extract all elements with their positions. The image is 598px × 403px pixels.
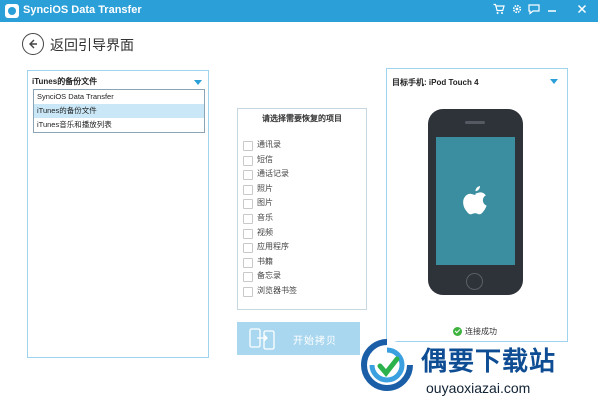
cart-icon[interactable]	[492, 3, 506, 19]
transfer-phones-icon	[249, 328, 275, 350]
apple-logo-icon	[463, 186, 487, 215]
watermark-logo-icon	[361, 339, 413, 391]
watermark-url: ouyaoxiazai.com	[426, 380, 531, 396]
target-device-panel: 目标手机: iPod Touch 4 连接成功	[386, 68, 568, 342]
checkbox[interactable]	[243, 199, 253, 210]
source-option-itunes-music[interactable]: iTunes音乐和播放列表	[34, 118, 204, 132]
app-title: SynciOS Data Transfer	[23, 4, 142, 16]
source-panel: iTunes的备份文件 SynciOS Data Transfer iTunes…	[27, 70, 209, 358]
source-dropdown: SynciOS Data Transfer iTunes的备份文件 iTunes…	[33, 89, 205, 133]
minimize-icon[interactable]	[545, 3, 559, 19]
restore-items-panel: 请选择需要恢复的项目 通讯录 短信 通话记录 照片 图片 音乐 视频 应用程序 …	[237, 108, 367, 310]
check-circle-icon	[453, 327, 462, 336]
phone-speaker	[465, 121, 485, 124]
restore-items-title: 请选择需要恢复的项目	[262, 114, 342, 123]
close-icon[interactable]	[575, 3, 589, 19]
source-option-itunes-backup[interactable]: iTunes的备份文件	[34, 104, 204, 118]
checkbox[interactable]	[243, 243, 253, 254]
chevron-down-icon[interactable]	[550, 79, 558, 84]
device-phone-image	[428, 109, 523, 295]
back-label[interactable]: 返回引导界面	[50, 35, 134, 55]
checkbox[interactable]	[243, 286, 253, 297]
checkbox[interactable]	[243, 170, 253, 181]
checkbox[interactable]	[243, 272, 253, 283]
target-device-title: 目标手机: iPod Touch 4	[392, 78, 479, 87]
checkbox[interactable]	[243, 184, 253, 195]
title-bar: SynciOS Data Transfer	[0, 0, 598, 22]
chevron-down-icon[interactable]	[194, 80, 202, 85]
watermark-text: 偶要下载站	[421, 346, 557, 376]
phone-screen	[436, 137, 515, 265]
start-copy-button[interactable]: 开始拷贝	[237, 322, 360, 355]
source-select[interactable]: iTunes的备份文件	[32, 74, 204, 90]
back-arrow-icon[interactable]	[22, 33, 44, 55]
checkbox[interactable]	[243, 141, 253, 151]
checkbox[interactable]	[243, 257, 253, 268]
chat-icon[interactable]	[527, 3, 541, 19]
phone-home-button	[466, 273, 483, 290]
checkbox[interactable]	[243, 228, 253, 239]
source-option-syncios[interactable]: SynciOS Data Transfer	[34, 90, 204, 104]
app-logo-icon	[5, 4, 19, 18]
checkbox[interactable]	[243, 155, 253, 166]
connection-status-label: 连接成功	[465, 327, 497, 336]
start-copy-label: 开始拷贝	[293, 336, 337, 347]
source-selected-label: iTunes的备份文件	[32, 77, 98, 86]
checkbox[interactable]	[243, 213, 253, 224]
gear-icon[interactable]	[510, 3, 524, 19]
